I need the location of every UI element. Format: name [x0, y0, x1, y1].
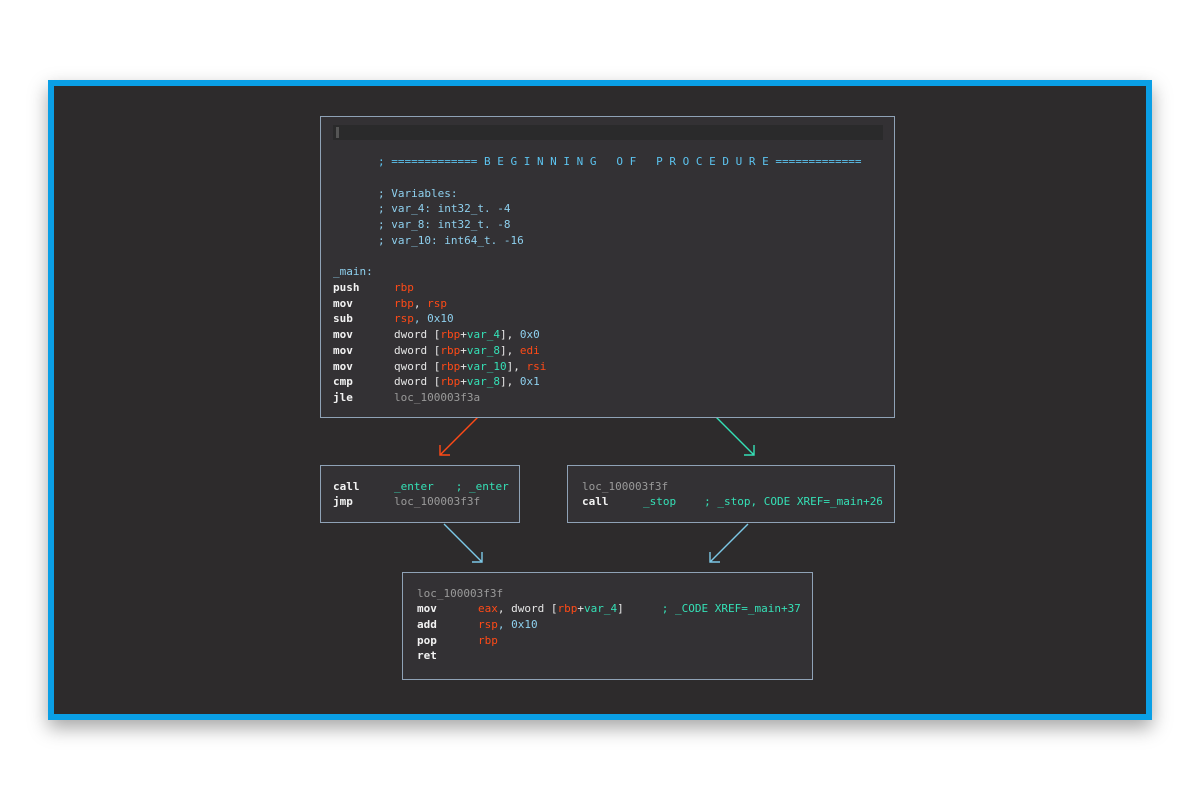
instruction-line[interactable]: call _stop ; _stop, CODE XREF=_main+26 [582, 494, 883, 509]
immediate: 0x1 [519, 375, 540, 388]
operand-text: qword [ [394, 360, 441, 373]
instruction-line[interactable]: mov rbp, rsp [333, 296, 447, 311]
operand-text: ], [499, 344, 520, 357]
edge-left-to-bottom [443, 523, 483, 563]
operand-text: ], [499, 375, 520, 388]
register: eax [478, 602, 498, 615]
mnemonic: add [417, 618, 437, 631]
instruction-line[interactable]: jle loc_100003f3a [333, 390, 480, 405]
register: rbp [394, 297, 414, 310]
mnemonic: mov [333, 328, 353, 341]
register: rsp [478, 618, 498, 631]
register: rbp [394, 281, 414, 294]
block-title-bar [333, 125, 883, 140]
mnemonic: jle [333, 391, 353, 404]
mnemonic: call [333, 480, 360, 493]
main-label: _main: [333, 265, 373, 278]
instruction-line[interactable]: mov dword [rbp+var_8], edi [333, 343, 540, 358]
variable-line: ; var_10: int64_t. -16 [378, 234, 524, 247]
instruction-line[interactable]: mov eax, dword [rbp+var_4] ; _CODE XREF=_m… [417, 601, 801, 616]
mnemonic: ret [417, 649, 437, 662]
operand-text: ] [617, 602, 624, 615]
operand-text: dword [ [394, 344, 441, 357]
register: rsp [427, 297, 447, 310]
register: rbp [440, 344, 461, 357]
instruction-line[interactable]: add rsp, 0x10 [417, 617, 538, 632]
variable-ref[interactable]: var_10 [467, 360, 507, 373]
operand-text: + [460, 328, 467, 341]
variable-line: ; var_4: int32_t. -4 [378, 202, 511, 215]
left-block[interactable]: call _enter ; _enter jmp loc_100003f3f [320, 465, 520, 523]
mnemonic: push [333, 281, 360, 294]
right-block[interactable]: loc_100003f3f call _stop ; _stop, CODE XRE… [567, 465, 895, 523]
mnemonic: pop [417, 634, 437, 647]
block-label: loc_100003f3f [582, 480, 669, 493]
variable-ref[interactable]: var_4 [584, 602, 617, 615]
immediate: , 0x10 [413, 312, 454, 325]
separator: , [413, 297, 428, 310]
immediate: 0x0 [519, 328, 540, 341]
instruction-line[interactable]: call _enter ; _enter [333, 479, 509, 494]
call-target[interactable]: _enter [394, 480, 434, 493]
immediate: , 0x10 [497, 618, 538, 631]
mnemonic: mov [333, 360, 353, 373]
register: edi [519, 344, 540, 357]
operand-text: dword [ [394, 328, 441, 341]
register: rsp [394, 312, 414, 325]
operand-text: ], [506, 360, 527, 373]
register: rsi [526, 360, 547, 373]
operand-text: + [460, 344, 467, 357]
operand-text: + [577, 602, 584, 615]
graph-canvas: ; ============= B E G I N N I N G O F P … [48, 80, 1152, 720]
operand-text: + [460, 375, 467, 388]
instruction-line[interactable]: mov dword [rbp+var_4], 0x0 [333, 327, 540, 342]
variable-ref[interactable]: var_8 [467, 375, 500, 388]
variable-ref[interactable]: var_4 [467, 328, 500, 341]
variables-title: ; Variables: [378, 187, 458, 200]
comment: ; _CODE XREF=_main+37 [661, 602, 801, 615]
operand-text: ], [499, 328, 520, 341]
mnemonic: mov [333, 297, 353, 310]
edge-true [715, 416, 755, 456]
variable-line: ; var_8: int32_t. -8 [378, 218, 511, 231]
mnemonic: sub [333, 312, 353, 325]
register: rbp [440, 328, 461, 341]
mnemonic: jmp [333, 495, 353, 508]
instruction-line[interactable]: sub rsp, 0x10 [333, 311, 454, 326]
block-label: loc_100003f3f [417, 587, 504, 600]
jump-target[interactable]: loc_100003f3a [394, 391, 480, 404]
instruction-line[interactable]: push rbp [333, 280, 414, 295]
edge-right-to-bottom [709, 523, 749, 563]
main-block[interactable]: ; ============= B E G I N N I N G O F P … [320, 116, 895, 418]
comment: ; _enter [455, 480, 509, 493]
operand-text: + [460, 360, 467, 373]
register: rbp [557, 602, 578, 615]
cursor-marker [336, 127, 339, 138]
register: rbp [440, 375, 461, 388]
operand-text: dword [ [394, 375, 441, 388]
instruction-line[interactable]: cmp dword [rbp+var_8], 0x1 [333, 374, 540, 389]
variable-ref[interactable]: var_8 [467, 344, 500, 357]
mnemonic: mov [333, 344, 353, 357]
instruction-line[interactable]: pop rbp [417, 633, 498, 648]
jump-target[interactable]: loc_100003f3f [394, 495, 480, 508]
register: rbp [440, 360, 461, 373]
procedure-header: ; ============= B E G I N N I N G O F P … [378, 155, 862, 168]
edge-false [439, 416, 479, 456]
register: rbp [478, 634, 498, 647]
instruction-line[interactable]: ret [417, 648, 478, 663]
instruction-line[interactable]: mov qword [rbp+var_10], rsi [333, 359, 546, 374]
mnemonic: cmp [333, 375, 353, 388]
call-target[interactable]: _stop [643, 495, 676, 508]
mnemonic: call [582, 495, 609, 508]
mnemonic: mov [417, 602, 437, 615]
comment: ; _stop, CODE XREF=_main+26 [704, 495, 883, 508]
bottom-block[interactable]: loc_100003f3f mov eax, dword [rbp+var_4];… [402, 572, 813, 680]
operand-text: , dword [ [497, 602, 558, 615]
instruction-line[interactable]: jmp loc_100003f3f [333, 494, 480, 509]
